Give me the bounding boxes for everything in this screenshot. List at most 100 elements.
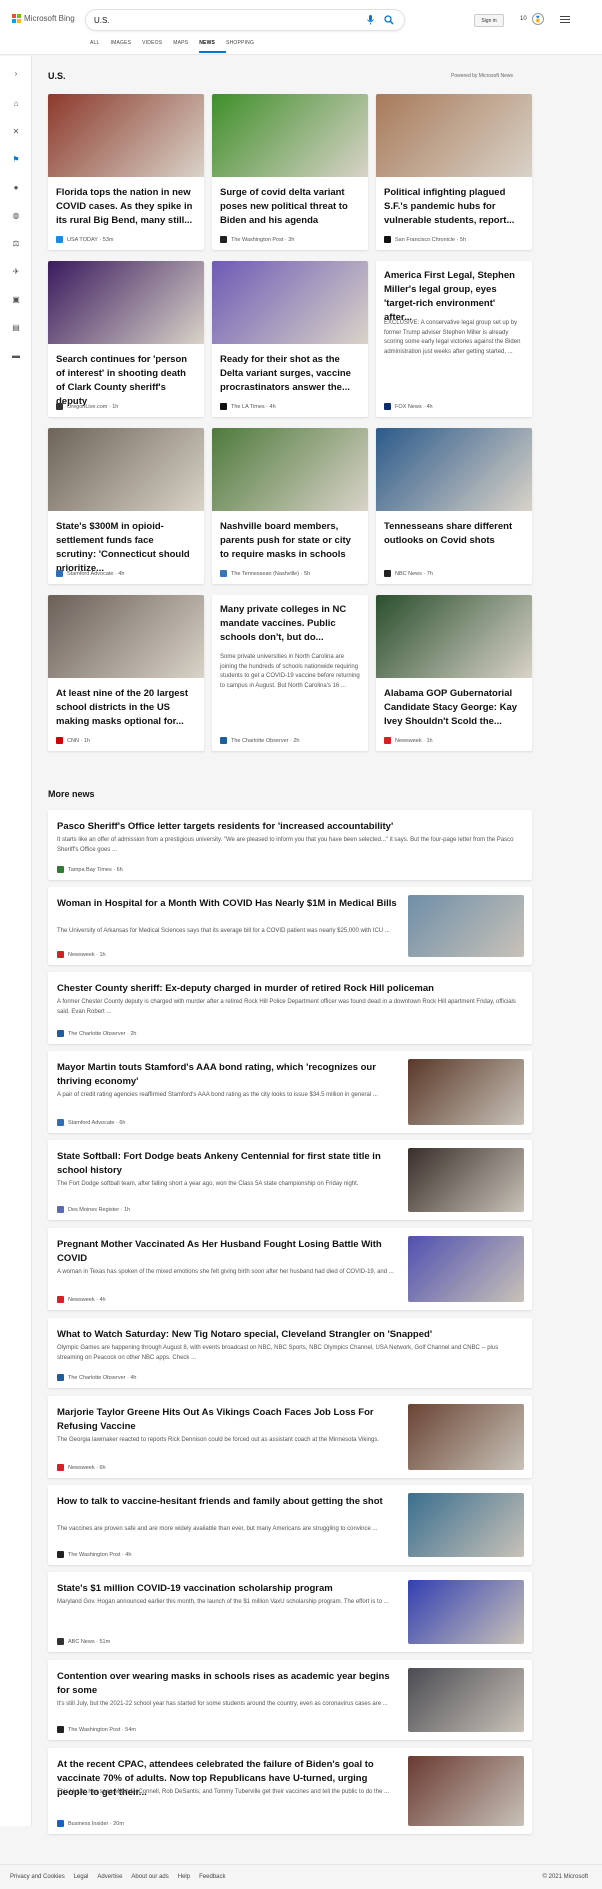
news-card-title[interactable]: Ready for their shot as the Delta varian…	[220, 353, 360, 395]
news-card[interactable]: State's $300M in opioid-settlement funds…	[48, 428, 204, 584]
news-card-source[interactable]: The Charlotte Observer · 2h	[220, 737, 299, 744]
footer-link[interactable]: Legal	[74, 1874, 89, 1880]
more-news-title[interactable]: Contention over wearing masks in schools…	[57, 1670, 397, 1698]
news-card-source[interactable]: FOX News · 4h	[384, 403, 433, 410]
rewards-points[interactable]: 10	[520, 16, 527, 22]
news-card-source[interactable]: OregonLive.com · 1h	[56, 403, 118, 410]
more-news-item[interactable]: Woman in Hospital for a Month With COVID…	[48, 887, 532, 965]
news-card-image[interactable]	[376, 428, 532, 511]
more-news-image[interactable]	[408, 1580, 524, 1644]
location-icon[interactable]: ●	[9, 180, 23, 194]
more-news-item[interactable]: Mayor Martin touts Stamford's AAA bond r…	[48, 1051, 532, 1133]
more-news-source[interactable]: Stamford Advocate · 6h	[57, 1119, 126, 1126]
search-icon[interactable]	[382, 13, 396, 27]
footer-link[interactable]: Advertise	[97, 1874, 122, 1880]
news-card[interactable]: Alabama GOP Gubernatorial Candidate Stac…	[376, 595, 532, 751]
news-card-title[interactable]: Alabama GOP Gubernatorial Candidate Stac…	[384, 687, 524, 729]
more-news-image[interactable]	[408, 1148, 524, 1212]
tab-maps[interactable]: MAPS	[173, 40, 199, 53]
news-card-image[interactable]	[212, 94, 368, 177]
news-card-image[interactable]	[376, 595, 532, 678]
footer-link[interactable]: Help	[178, 1874, 190, 1880]
tools-icon[interactable]: ✕	[9, 124, 23, 138]
more-news-source[interactable]: The Charlotte Observer · 2h	[57, 1030, 136, 1037]
menu-icon[interactable]	[560, 16, 570, 25]
more-news-title[interactable]: Woman in Hospital for a Month With COVID…	[57, 897, 397, 911]
more-news-title[interactable]: Marjorie Taylor Greene Hits Out As Vikin…	[57, 1406, 397, 1434]
more-news-item[interactable]: Pregnant Mother Vaccinated As Her Husban…	[48, 1228, 532, 1310]
more-news-title[interactable]: Pregnant Mother Vaccinated As Her Husban…	[57, 1238, 397, 1266]
news-card-source[interactable]: Newsweek · 1h	[384, 737, 433, 744]
more-news-source[interactable]: The Charlotte Observer · 4h	[57, 1374, 136, 1381]
news-card-image[interactable]	[376, 94, 532, 177]
more-news-title[interactable]: Pasco Sheriff's Office letter targets re…	[57, 820, 523, 834]
more-news-source[interactable]: Newsweek · 6h	[57, 1464, 106, 1471]
more-news-title[interactable]: Chester County sheriff: Ex-deputy charge…	[57, 982, 523, 996]
more-news-source[interactable]: The Washington Post · 4h	[57, 1551, 131, 1558]
more-news-image[interactable]	[408, 1059, 524, 1125]
news-card-title[interactable]: Florida tops the nation in new COVID cas…	[56, 186, 196, 228]
news-card[interactable]: Tennesseans share different outlooks on …	[376, 428, 532, 584]
news-card-title[interactable]: Political infighting plagued S.F.'s pand…	[384, 186, 524, 228]
footer-link[interactable]: Privacy and Cookies	[10, 1874, 65, 1880]
news-card-source[interactable]: The Washington Post · 3h	[220, 236, 294, 243]
news-card-source[interactable]: USA TODAY · 53m	[56, 236, 113, 243]
news-card[interactable]: Florida tops the nation in new COVID cas…	[48, 94, 204, 250]
news-card-image[interactable]	[212, 261, 368, 344]
more-news-item[interactable]: Chester County sheriff: Ex-deputy charge…	[48, 972, 532, 1044]
news-card[interactable]: Nashville board members, parents push fo…	[212, 428, 368, 584]
more-news-title[interactable]: How to talk to vaccine-hesitant friends …	[57, 1495, 397, 1509]
card-icon[interactable]: ▬	[9, 348, 23, 362]
building-icon[interactable]: ▤	[9, 320, 23, 334]
news-card-image[interactable]	[48, 428, 204, 511]
more-news-source[interactable]: Newsweek · 4h	[57, 1296, 106, 1303]
news-card-title[interactable]: Search continues for 'person of interest…	[56, 353, 196, 409]
film-icon[interactable]: ▣	[9, 292, 23, 306]
more-news-item[interactable]: How to talk to vaccine-hesitant friends …	[48, 1485, 532, 1565]
more-news-item[interactable]: Contention over wearing masks in schools…	[48, 1660, 532, 1740]
more-news-image[interactable]	[408, 1668, 524, 1732]
more-news-image[interactable]	[408, 1756, 524, 1826]
news-card[interactable]: Search continues for 'person of interest…	[48, 261, 204, 417]
rewards-medal-icon[interactable]: 🏅	[532, 13, 544, 25]
sign-in-button[interactable]: Sign in	[474, 14, 504, 27]
more-news-source[interactable]: Newsweek · 1h	[57, 951, 106, 958]
more-news-source[interactable]: Des Moines Register · 1h	[57, 1206, 130, 1213]
footer-link[interactable]: Feedback	[199, 1874, 225, 1880]
more-news-item[interactable]: State Softball: Fort Dodge beats Ankeny …	[48, 1140, 532, 1220]
news-card-image[interactable]	[48, 261, 204, 344]
more-news-image[interactable]	[408, 1236, 524, 1302]
news-card-source[interactable]: San Francisco Chronicle · 5h	[384, 236, 466, 243]
news-card-source[interactable]: CNN · 1h	[56, 737, 90, 744]
search-input[interactable]	[94, 13, 364, 27]
home-icon[interactable]: ⌂	[9, 96, 23, 110]
news-card-image[interactable]	[48, 595, 204, 678]
more-news-item[interactable]: What to Watch Saturday: New Tig Notaro s…	[48, 1318, 532, 1388]
more-news-source[interactable]: Business Insider · 20m	[57, 1820, 124, 1827]
expand-icon[interactable]: ›	[9, 66, 23, 80]
flag-icon[interactable]: ⚑	[9, 152, 23, 166]
news-card-title[interactable]: Many private colleges in NC mandate vacc…	[220, 603, 360, 645]
more-news-source[interactable]: Tampa Bay Times · 6h	[57, 866, 123, 873]
news-card-title[interactable]: Surge of covid delta variant poses new p…	[220, 186, 360, 228]
news-card-image[interactable]	[212, 428, 368, 511]
news-card-title[interactable]: Tennesseans share different outlooks on …	[384, 520, 524, 548]
news-card[interactable]: Many private colleges in NC mandate vacc…	[212, 595, 368, 751]
more-news-image[interactable]	[408, 1493, 524, 1557]
news-card-title[interactable]: Nashville board members, parents push fo…	[220, 520, 360, 562]
more-news-image[interactable]	[408, 1404, 524, 1470]
news-card-title[interactable]: At least nine of the 20 largest school d…	[56, 687, 196, 729]
more-news-title[interactable]: State's $1 million COVID-19 vaccination …	[57, 1582, 397, 1596]
more-news-item[interactable]: State's $1 million COVID-19 vaccination …	[48, 1572, 532, 1652]
more-news-title[interactable]: State Softball: Fort Dodge beats Ankeny …	[57, 1150, 397, 1178]
news-card-image[interactable]	[48, 94, 204, 177]
news-card[interactable]: At least nine of the 20 largest school d…	[48, 595, 204, 751]
news-card-source[interactable]: Stamford Advocate · 4h	[56, 570, 125, 577]
news-card-source[interactable]: The Tennessean (Nashville) · 5h	[220, 570, 310, 577]
scale-icon[interactable]: ⚖	[9, 236, 23, 250]
tab-shopping[interactable]: SHOPPING	[226, 40, 265, 53]
news-card-title[interactable]: State's $300M in opioid-settlement funds…	[56, 520, 196, 576]
microphone-icon[interactable]	[364, 14, 376, 26]
tab-news[interactable]: NEWS	[199, 40, 227, 53]
tab-images[interactable]: IMAGES	[111, 40, 143, 53]
